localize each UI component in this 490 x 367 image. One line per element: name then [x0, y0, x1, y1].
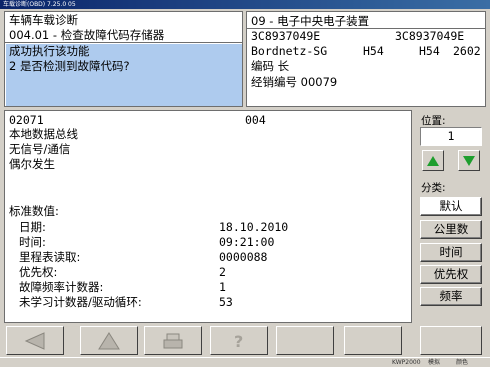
position-up-button[interactable] — [422, 150, 444, 171]
print-button[interactable] — [144, 326, 202, 355]
svg-text:?: ? — [234, 332, 243, 350]
question-mark-icon: ? — [234, 332, 243, 350]
freeze-heading: 标准数值: — [9, 204, 59, 218]
fault-text-1: 本地数据总线 — [9, 127, 78, 141]
left-header-title: 车辆车载诊断 — [9, 13, 78, 27]
component-row: Bordnetz-SG H54 H54 2602 — [247, 43, 485, 59]
sort-default-button[interactable]: 默认 — [420, 197, 482, 216]
component-name: Bordnetz-SG — [251, 44, 328, 58]
sort-frequency-button[interactable]: 频率 — [420, 287, 482, 306]
printer-icon — [163, 333, 183, 348]
help-button[interactable]: ? — [210, 326, 268, 355]
freeze-value: 09:21:00 — [219, 235, 275, 249]
freeze-label: 里程表读取: — [19, 250, 81, 264]
arrow-up-icon — [98, 331, 120, 349]
color-status: 颜色 — [456, 359, 469, 366]
toolbar-button-blank-2[interactable] — [344, 326, 402, 355]
left-header-panel: 车辆车载诊断 004.01 - 检查故障代码存储器 成功执行该功能 2 是否检测… — [4, 11, 243, 107]
fault-detail-panel: 02071 004 本地数据总线 无信号/通信 偶尔发生 标准数值: 日期: 1… — [4, 110, 412, 323]
part-number-2: 3C8937049E — [395, 29, 465, 43]
toolbar-button-blank-3[interactable] — [420, 326, 482, 355]
status-bar: KWP2000 模拟 颜色 — [0, 357, 490, 367]
window-title: 车载诊断(OBD) 7.25.0 05 — [3, 1, 76, 8]
fault-code: 02071 — [9, 113, 44, 127]
left-header-function: 004.01 - 检查故障代码存储器 — [5, 28, 242, 43]
freeze-label: 优先权: — [19, 265, 58, 279]
freeze-label: 时间: — [19, 235, 46, 249]
arrow-down-icon — [463, 155, 475, 166]
position-label: 位置: — [421, 115, 446, 127]
dealer-number: 经销编号 00079 — [251, 75, 338, 89]
mode-status: 模拟 — [428, 359, 441, 366]
freeze-value: 2 — [219, 265, 226, 279]
freeze-label: 日期: — [19, 220, 46, 234]
category-label: 分类: — [421, 182, 446, 194]
freeze-label: 故障频率计数器: — [19, 280, 104, 294]
freeze-value: 53 — [219, 295, 233, 309]
sort-priority-button[interactable]: 优先权 — [420, 265, 482, 284]
fault-text-3: 偶尔发生 — [9, 157, 55, 171]
sort-mileage-button[interactable]: 公里数 — [420, 220, 482, 239]
freeze-value: 1 — [219, 280, 226, 294]
software-version: H54 — [419, 44, 440, 58]
version-number: 2602 — [453, 44, 481, 58]
bottom-toolbar: ? — [0, 326, 490, 356]
control-unit-address: 09 - 电子中央电子装置 — [251, 14, 370, 28]
coding-label: 编码 长 — [251, 59, 290, 73]
sort-time-button[interactable]: 时间 — [420, 243, 482, 262]
part-number-row: 3C8937049E 3C8937049E — [247, 28, 485, 44]
fault-number: 004 — [245, 113, 266, 127]
protocol-status: KWP2000 — [392, 359, 421, 366]
position-down-button[interactable] — [458, 150, 480, 171]
message-line-1: 成功执行该功能 — [9, 44, 90, 58]
part-number-1: 3C8937049E — [251, 29, 321, 43]
back-button[interactable] — [6, 326, 64, 355]
position-field[interactable]: 1 — [420, 127, 482, 146]
message-line-2: 2 是否检测到故障代码? — [9, 59, 130, 73]
fault-text-2: 无信号/通信 — [9, 142, 71, 156]
freeze-value: 18.10.2010 — [219, 220, 289, 234]
freeze-value: 0000088 — [219, 250, 268, 264]
window-title-bar: 车载诊断(OBD) 7.25.0 05 — [0, 0, 490, 9]
toolbar-button-blank-1[interactable] — [276, 326, 334, 355]
arrow-left-icon — [24, 331, 45, 350]
arrow-up-icon — [427, 155, 439, 166]
right-header-panel: 09 - 电子中央电子装置 3C8937049E 3C8937049E Bord… — [246, 11, 486, 107]
hardware-version: H54 — [363, 44, 384, 58]
freeze-label: 未学习计数器/驱动循环: — [19, 295, 142, 309]
up-button[interactable] — [80, 326, 138, 355]
